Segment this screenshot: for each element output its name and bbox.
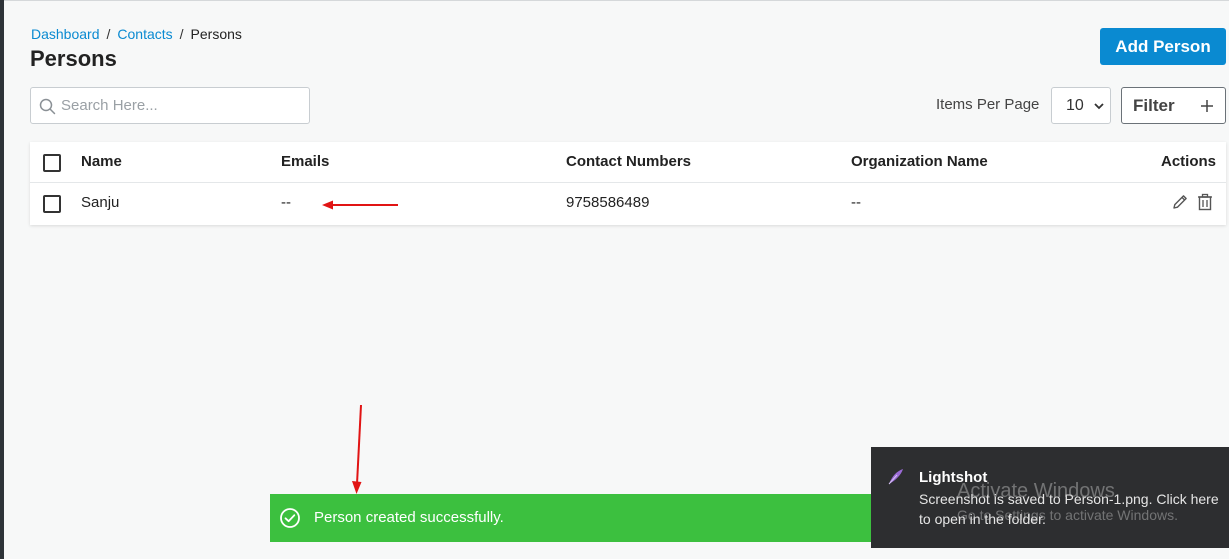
items-per-page-label: Items Per Page bbox=[936, 96, 1040, 113]
select-all-checkbox[interactable] bbox=[43, 154, 61, 172]
breadcrumb: Dashboard / Contacts / Persons bbox=[31, 26, 242, 42]
chevron-down-icon bbox=[1094, 103, 1104, 110]
plus-icon bbox=[1201, 100, 1213, 112]
trash-icon[interactable] bbox=[1196, 193, 1214, 211]
persons-table: Name Emails Contact Numbers Organization… bbox=[30, 142, 1226, 225]
cell-organization: -- bbox=[851, 194, 861, 211]
check-circle-icon bbox=[280, 508, 300, 528]
add-person-button[interactable]: Add Person bbox=[1100, 28, 1226, 65]
breadcrumb-separator: / bbox=[179, 26, 184, 42]
annotation-arrow-horizontal bbox=[322, 200, 398, 210]
search-input[interactable] bbox=[61, 88, 305, 123]
row-checkbox[interactable] bbox=[43, 195, 61, 213]
cell-contact-numbers: 9758586489 bbox=[566, 194, 650, 211]
column-header-contact-numbers[interactable]: Contact Numbers bbox=[566, 153, 691, 170]
page-title: Persons bbox=[30, 46, 117, 71]
search-field[interactable] bbox=[30, 87, 310, 124]
windows-activation-hint: Go to Settings to activate Windows. bbox=[957, 507, 1178, 523]
cell-emails: -- bbox=[281, 194, 291, 211]
top-divider bbox=[4, 0, 1229, 1]
column-header-actions: Actions bbox=[1160, 153, 1216, 170]
column-header-organization[interactable]: Organization Name bbox=[851, 153, 988, 170]
column-header-name[interactable]: Name bbox=[81, 153, 122, 170]
success-toast: Person created successfully. bbox=[270, 494, 910, 542]
breadcrumb-separator: / bbox=[106, 26, 111, 42]
items-per-page-select[interactable]: 10 bbox=[1051, 87, 1111, 124]
breadcrumb-dashboard[interactable]: Dashboard bbox=[31, 26, 100, 42]
items-per-page-value: 10 bbox=[1066, 97, 1084, 114]
column-header-emails[interactable]: Emails bbox=[281, 153, 329, 170]
breadcrumb-current: Persons bbox=[190, 26, 242, 42]
window-left-edge bbox=[0, 0, 4, 559]
filter-button[interactable]: Filter bbox=[1121, 87, 1226, 124]
edit-icon[interactable] bbox=[1171, 193, 1189, 211]
table-row[interactable]: Sanju -- 9758586489 -- bbox=[30, 183, 1226, 225]
cell-name[interactable]: Sanju bbox=[81, 194, 119, 211]
filter-label: Filter bbox=[1133, 96, 1175, 115]
annotation-arrow-vertical bbox=[352, 404, 362, 494]
toast-message: Person created successfully. bbox=[314, 509, 504, 526]
table-header: Name Emails Contact Numbers Organization… bbox=[30, 142, 1226, 183]
lightshot-feather-icon bbox=[888, 469, 903, 485]
breadcrumb-contacts[interactable]: Contacts bbox=[117, 26, 172, 42]
search-icon bbox=[39, 98, 56, 115]
windows-activation-watermark: Activate Windows bbox=[957, 480, 1115, 502]
